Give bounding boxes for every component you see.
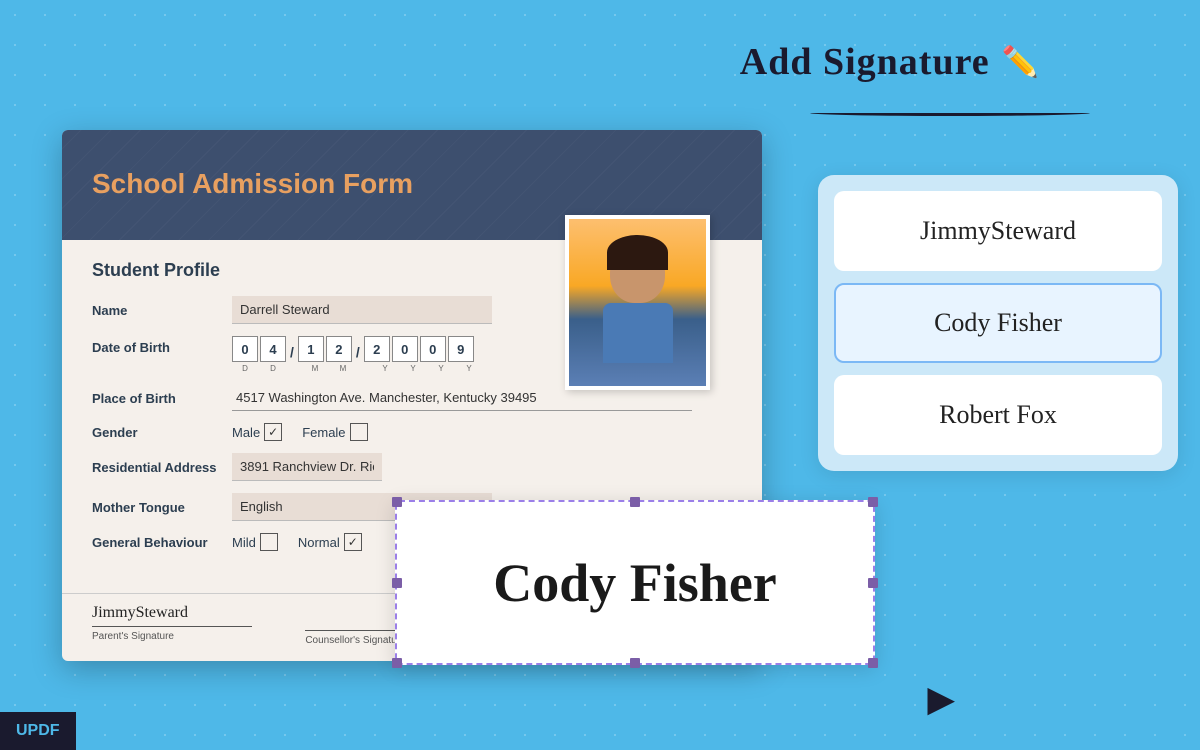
dob-y3[interactable]: 0: [420, 336, 446, 362]
gender-male-checkbox[interactable]: [264, 423, 282, 441]
gender-row: Gender Male Female: [92, 423, 732, 441]
gender-female-label: Female: [302, 425, 345, 440]
sig-option-jimmy-text: JimmySteward: [920, 216, 1076, 246]
mother-tongue-label: Mother Tongue: [92, 500, 232, 515]
sig-option-cody-text: Cody Fisher: [934, 308, 1062, 338]
dob-boxes: 0 4 / 1 2 / 2 0 0 9: [232, 336, 482, 362]
photo-person: [598, 243, 678, 373]
dob-sub-d1: D: [232, 364, 258, 373]
sig-option-robert-text: Robert Fox: [939, 400, 1057, 430]
sig-option-cody[interactable]: Cody Fisher: [834, 283, 1162, 363]
resize-handle-bl[interactable]: [392, 658, 402, 668]
updf-badge: UPDF: [0, 712, 76, 750]
signature-overlay[interactable]: Cody Fisher: [395, 500, 875, 665]
gender-female-item: Female: [302, 423, 367, 441]
resize-handle-mr[interactable]: [868, 578, 878, 588]
resize-handle-bm[interactable]: [630, 658, 640, 668]
resize-handle-tr[interactable]: [868, 497, 878, 507]
dob-sublabels: D D M M Y Y Y Y: [232, 364, 482, 373]
student-photo: [565, 215, 710, 390]
pencil-icon: ✏️: [1002, 45, 1040, 80]
photo-body: [603, 303, 673, 363]
form-title: School Admission Form: [92, 158, 732, 200]
address-row: Residential Address: [92, 453, 732, 481]
sig-option-robert[interactable]: Robert Fox: [834, 375, 1162, 455]
dob-d2[interactable]: 4: [260, 336, 286, 362]
name-input[interactable]: [232, 296, 492, 324]
gender-label: Gender: [92, 425, 232, 440]
dob-sep2: /: [354, 344, 362, 362]
dob-d1[interactable]: 0: [232, 336, 258, 362]
parent-sig-name: JimmySteward: [92, 604, 305, 622]
dob-sub-m2: M: [330, 364, 356, 373]
dob-sub-y4: Y: [456, 364, 482, 373]
dob-sep1: /: [288, 344, 296, 362]
resize-handle-br[interactable]: [868, 658, 878, 668]
behaviour-mild-checkbox[interactable]: [260, 533, 278, 551]
behaviour-normal-label: Normal: [298, 535, 340, 550]
behaviour-normal-checkbox[interactable]: [344, 533, 362, 551]
dob-y2[interactable]: 0: [392, 336, 418, 362]
dob-m2[interactable]: 2: [326, 336, 352, 362]
dob-y4[interactable]: 9: [448, 336, 474, 362]
photo-head: [610, 243, 665, 303]
dob-sub-y1: Y: [372, 364, 398, 373]
resize-handle-tl[interactable]: [392, 497, 402, 507]
dob-sub-y3: Y: [428, 364, 454, 373]
address-input[interactable]: [232, 453, 382, 481]
parent-sig-label: Parent's Signature: [92, 631, 305, 642]
parent-sig-block: JimmySteward Parent's Signature: [92, 604, 305, 646]
behaviour-mild-label: Mild: [232, 535, 256, 550]
photo-face: [569, 219, 706, 386]
dob-label: Date of Birth: [92, 336, 232, 355]
name-label: Name: [92, 303, 232, 318]
gender-group: Male Female: [232, 423, 368, 441]
dob-m1[interactable]: 1: [298, 336, 324, 362]
dob-y1[interactable]: 2: [364, 336, 390, 362]
behaviour-group: Mild Normal: [232, 533, 362, 551]
dob-sub-m1: M: [302, 364, 328, 373]
cursor-arrow: ▶: [927, 678, 955, 720]
signature-panel: JimmySteward Cody Fisher Robert Fox: [818, 175, 1178, 471]
add-signature-text: Add Signature: [740, 40, 990, 84]
behaviour-normal-item: Normal: [298, 533, 362, 551]
dob-wrapper: 0 4 / 1 2 / 2 0 0 9 D D M M: [232, 336, 482, 373]
add-signature-heading: Add Signature ✏️: [740, 40, 1040, 84]
pob-label: Place of Birth: [92, 391, 232, 406]
resize-handle-tm[interactable]: [630, 497, 640, 507]
gender-male-item: Male: [232, 423, 282, 441]
parent-sig-line: [92, 626, 252, 627]
behaviour-label: General Behaviour: [92, 535, 232, 550]
updf-text: UPDF: [16, 722, 60, 739]
dob-sub-y2: Y: [400, 364, 426, 373]
gender-female-checkbox[interactable]: [350, 423, 368, 441]
floating-sig-text: Cody Fisher: [493, 552, 777, 614]
address-label: Residential Address: [92, 460, 232, 475]
dob-sub-d2: D: [260, 364, 286, 373]
sig-option-jimmy[interactable]: JimmySteward: [834, 191, 1162, 271]
resize-handle-ml[interactable]: [392, 578, 402, 588]
signature-underline: [810, 110, 1090, 116]
behaviour-mild-item: Mild: [232, 533, 278, 551]
photo-hair: [607, 235, 668, 270]
gender-male-label: Male: [232, 425, 260, 440]
